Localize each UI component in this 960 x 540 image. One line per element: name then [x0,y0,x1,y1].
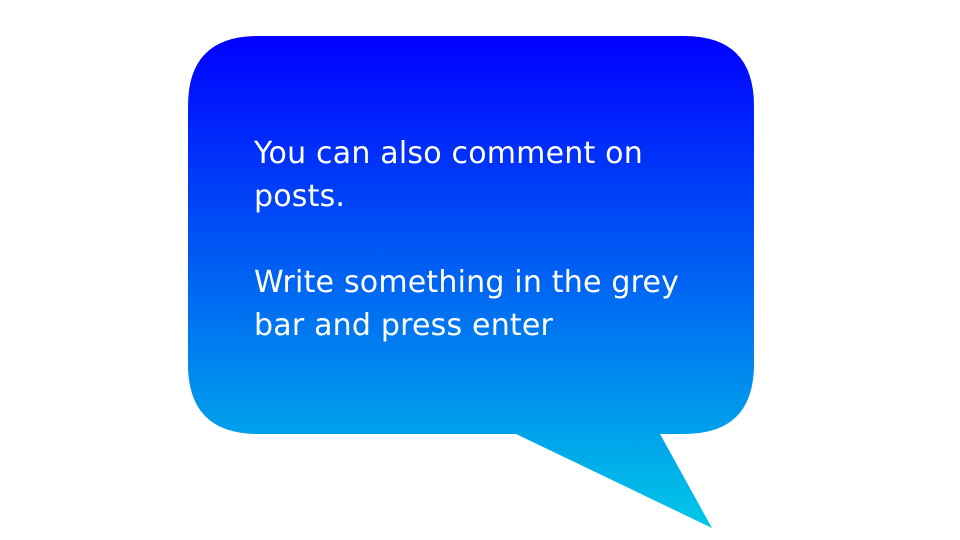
tutorial-tooltip: You can also comment on posts. Write som… [0,0,960,540]
tooltip-message: You can also comment on posts. Write som… [254,132,724,347]
tooltip-paragraph-instruction: Write something in the grey bar and pres… [254,265,680,343]
tooltip-paragraph-comment: You can also comment on posts. [254,136,643,214]
